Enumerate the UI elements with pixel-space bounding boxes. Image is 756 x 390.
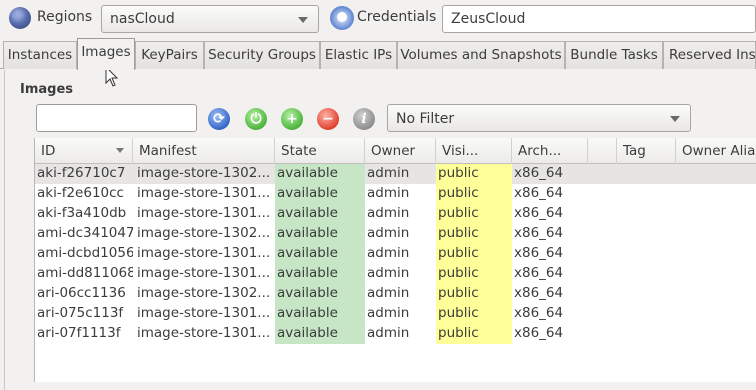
table-row[interactable]: ari-06cc1136 image-store-1302... availab…	[35, 284, 756, 304]
image-search-input[interactable]	[36, 104, 197, 132]
table-row[interactable]: ari-075c113f image-store-1301... availab…	[35, 304, 756, 324]
tab-instances[interactable]: Instances	[3, 41, 77, 69]
image-filter-select[interactable]: No Filter	[387, 104, 691, 132]
launch-power-icon[interactable]: ⏻	[245, 108, 267, 130]
column-header-state[interactable]: State	[275, 138, 365, 164]
table-row[interactable]: aki-f3a410db image-store-1301... availab…	[35, 204, 756, 224]
info-icon[interactable]: i	[353, 108, 375, 130]
table-row[interactable]: ami-dcbd1056 image-store-1301... availab…	[35, 244, 756, 264]
table-row[interactable]: ami-dd811068 image-store-1301... availab…	[35, 264, 756, 284]
column-header-blank[interactable]	[588, 138, 617, 164]
tab-bundle-tasks[interactable]: Bundle Tasks	[565, 41, 663, 69]
column-header-visibility[interactable]: Visi...	[436, 138, 512, 164]
column-header-tag[interactable]: Tag	[617, 138, 676, 164]
column-header-owner-alias[interactable]: Owner Alias	[676, 138, 756, 164]
table-row[interactable]: aki-f2e610cc image-store-1301... availab…	[35, 184, 756, 204]
chevron-down-icon	[670, 116, 680, 122]
table-row[interactable]: ari-07f1113f image-store-1301... availab…	[35, 324, 756, 344]
tab-reserved-instances[interactable]: Reserved Inst	[663, 41, 756, 69]
table-row[interactable]: ami-dc341047 image-store-1302... availab…	[35, 224, 756, 244]
filter-select-value: No Filter	[396, 111, 455, 127]
images-table[interactable]: ID Manifest State Owner Visi... Arch... …	[34, 138, 756, 382]
credentials-icon	[330, 6, 354, 30]
table-row[interactable]: aki-f26710c7 image-store-1302... availab…	[35, 164, 756, 184]
regions-label: Regions	[37, 9, 93, 25]
sort-desc-icon	[116, 148, 124, 153]
region-select[interactable]: nasCloud	[101, 5, 319, 33]
tab-bar: Instances Images KeyPairs Security Group…	[0, 38, 756, 70]
column-header-id[interactable]: ID	[35, 138, 133, 164]
refresh-icon[interactable]: ⟳	[208, 108, 230, 130]
tab-elastic-ips[interactable]: Elastic IPs	[320, 41, 397, 69]
column-header-architecture[interactable]: Arch...	[512, 138, 588, 164]
table-header: ID Manifest State Owner Visi... Arch... …	[35, 138, 756, 164]
column-header-manifest[interactable]: Manifest	[133, 138, 275, 164]
add-icon[interactable]: +	[281, 108, 303, 130]
column-header-owner[interactable]: Owner	[365, 138, 436, 164]
credentials-label: Credentials	[357, 9, 437, 25]
credentials-value: ZeusCloud	[451, 11, 526, 27]
regions-globe-icon	[9, 7, 31, 29]
chevron-down-icon	[298, 17, 308, 23]
images-section-title: Images	[20, 82, 74, 97]
credentials-field[interactable]: ZeusCloud	[442, 5, 756, 33]
tab-keypairs[interactable]: KeyPairs	[135, 41, 204, 69]
region-select-value: nasCloud	[110, 11, 175, 27]
tab-security-groups[interactable]: Security Groups	[204, 41, 320, 69]
remove-icon[interactable]: −	[317, 108, 339, 130]
tab-images[interactable]: Images	[77, 38, 135, 70]
tab-volumes-and-snapshots[interactable]: Volumes and Snapshots	[397, 41, 565, 69]
